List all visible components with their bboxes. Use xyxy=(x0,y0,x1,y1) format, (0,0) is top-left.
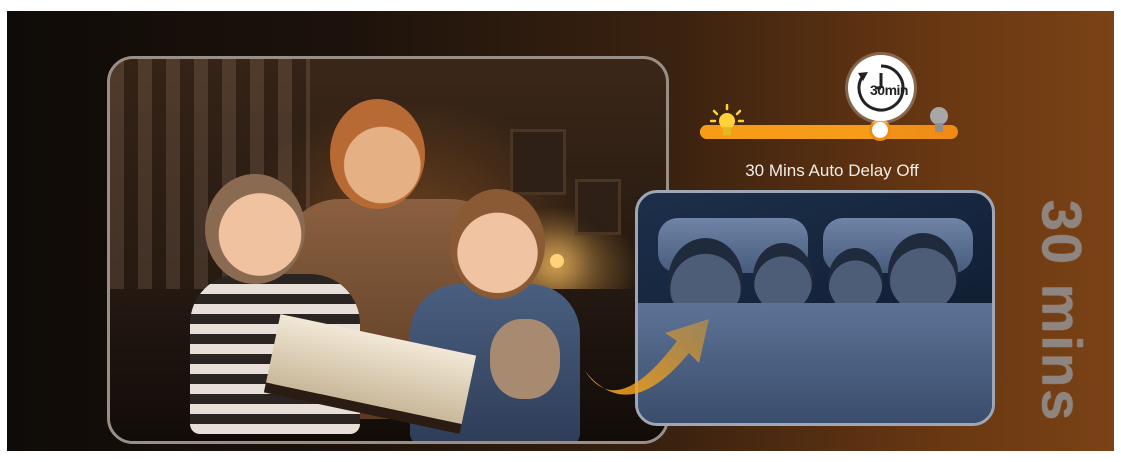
product-banner: 30min 30 Mins Auto Delay Off 30 mins xyxy=(7,11,1114,451)
wall-picture-frame xyxy=(575,179,621,235)
timer-badge: 30min xyxy=(848,55,914,121)
lit-bulb-icon xyxy=(710,104,744,135)
mother-head xyxy=(330,99,425,209)
unlit-bulb-icon xyxy=(930,107,948,132)
timer-label: 30min xyxy=(870,82,908,98)
timeline-caption: 30 Mins Auto Delay Off xyxy=(745,161,919,180)
vertical-duration-text: 30 mins xyxy=(1030,199,1094,423)
girl-head xyxy=(450,189,545,299)
boy-head xyxy=(205,174,305,284)
timeline-knob xyxy=(869,119,891,141)
wall-picture-frame xyxy=(510,129,566,195)
lamp-glow xyxy=(550,254,564,268)
curved-arrow-icon xyxy=(585,319,709,395)
sleeping-mother xyxy=(888,233,958,313)
teddy-bear xyxy=(490,319,560,399)
